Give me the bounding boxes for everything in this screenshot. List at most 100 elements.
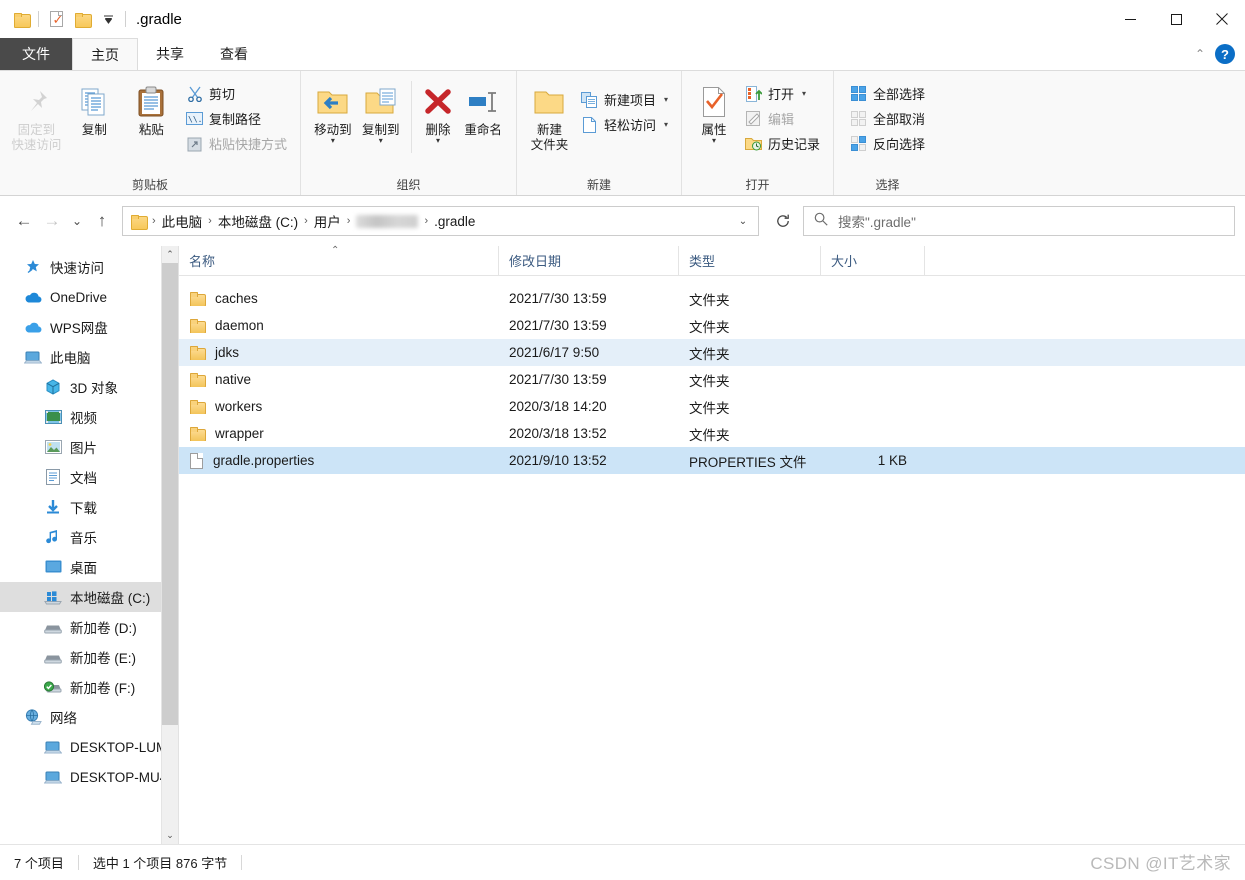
tab-file[interactable]: 文件 [0, 38, 72, 70]
sidebar-item-volume-e[interactable]: 新加卷 (E:) [0, 642, 178, 672]
pin-icon [21, 81, 51, 123]
minimize-button[interactable] [1107, 0, 1153, 38]
collapse-ribbon-icon[interactable]: ⌃ [1195, 47, 1205, 61]
rename-button[interactable]: 重命名 [458, 77, 508, 138]
qat-properties-icon[interactable]: ✓ [43, 6, 69, 32]
address-dropdown-icon[interactable]: ⌄ [732, 216, 754, 227]
pin-to-quick-access-button[interactable]: 固定到 快速访问 [8, 77, 65, 153]
easy-access-button[interactable]: 轻松访问 ▾ [576, 112, 673, 137]
address-bar[interactable]: › 此电脑 › 本地磁盘 (C:) › 用户 › › .gradle ⌄ [122, 206, 759, 236]
properties-caret-icon[interactable]: ▾ [712, 137, 716, 145]
cell-name: workers [179, 399, 499, 414]
scroll-track[interactable] [161, 263, 178, 827]
qat-customize-caret-icon[interactable] [95, 6, 121, 32]
scroll-down-icon[interactable]: ⌄ [162, 827, 179, 844]
copy-to-button[interactable]: 复制到 ▾ [357, 77, 405, 145]
navigation-scrollbar[interactable]: ⌃ ⌄ [161, 246, 178, 844]
tab-view[interactable]: 查看 [202, 38, 266, 70]
table-row[interactable]: caches 2021/7/30 13:59 文件夹 [179, 285, 1245, 312]
breadcrumb-gradle[interactable]: .gradle [430, 212, 479, 231]
paste-shortcut-button[interactable]: 粘贴快捷方式 [181, 131, 292, 156]
scroll-up-icon[interactable]: ⌃ [162, 246, 179, 263]
breadcrumb: › 此电脑 › 本地磁盘 (C:) › 用户 › › .gradle [150, 209, 732, 233]
refresh-button[interactable] [767, 206, 799, 236]
tab-share[interactable]: 共享 [138, 38, 202, 70]
sidebar-item-3d-objects[interactable]: 3D 对象 [0, 372, 178, 402]
table-row[interactable]: gradle.properties 2021/9/10 13:52 PROPER… [179, 447, 1245, 474]
move-to-caret-icon[interactable]: ▾ [331, 137, 335, 145]
sidebar-item-onedrive[interactable]: OneDrive [0, 282, 178, 312]
sidebar-label: 视频 [70, 411, 97, 426]
computer-icon [44, 739, 62, 756]
copy-path-button[interactable]: \\.. 复制路径 [181, 106, 292, 131]
close-button[interactable] [1199, 0, 1245, 38]
tab-home[interactable]: 主页 [72, 38, 138, 70]
maximize-button[interactable] [1153, 0, 1199, 38]
sidebar-item-local-disk-c[interactable]: 本地磁盘 (C:) [0, 582, 178, 612]
column-header-date[interactable]: 修改日期 [499, 246, 679, 275]
paste-button[interactable]: 粘贴 [124, 77, 179, 138]
select-all-button[interactable]: 全部选择 [845, 81, 930, 106]
cell-name: gradle.properties [179, 452, 499, 469]
table-row[interactable]: native 2021/7/30 13:59 文件夹 [179, 366, 1245, 393]
copy-button[interactable]: 复制 [67, 77, 122, 138]
copy-to-caret-icon[interactable]: ▾ [379, 137, 383, 145]
help-icon[interactable]: ? [1215, 44, 1235, 64]
new-folder-button[interactable]: 新建 文件夹 [525, 77, 574, 153]
column-header-name[interactable]: 名称 ⌃ [179, 245, 499, 275]
desktop-icon [44, 559, 62, 576]
up-button[interactable]: ↑ [88, 207, 116, 235]
open-caret-icon[interactable]: ▾ [802, 89, 806, 98]
sidebar-item-network[interactable]: 网络 [0, 702, 178, 732]
open-button[interactable]: 打开 ▾ [740, 81, 825, 106]
delete-caret-icon[interactable]: ▾ [436, 137, 440, 145]
rename-icon [466, 81, 500, 123]
breadcrumb-local-disk[interactable]: 本地磁盘 (C:) [214, 209, 302, 233]
recent-locations-button[interactable]: ⌄ [66, 207, 88, 235]
forward-button[interactable]: → [38, 207, 66, 235]
new-item-button[interactable]: 新建项目 ▾ [576, 87, 673, 112]
breadcrumb-username-redacted[interactable] [356, 214, 419, 228]
search-input[interactable]: 搜索".gradle" [838, 211, 916, 231]
back-button[interactable]: ← [10, 207, 38, 235]
new-item-caret-icon[interactable]: ▾ [664, 95, 668, 104]
breadcrumb-this-pc[interactable]: 此电脑 [158, 209, 207, 233]
sidebar-item-desktop-lum[interactable]: DESKTOP-LUM [0, 732, 178, 762]
sidebar-item-desktop-mu4[interactable]: DESKTOP-MU4 [0, 762, 178, 792]
table-row[interactable]: jdks 2021/6/17 9:50 文件夹 [179, 339, 1245, 366]
file-name: workers [215, 399, 263, 414]
sidebar-item-videos[interactable]: 视频 [0, 402, 178, 432]
history-button[interactable]: 历史记录 [740, 131, 825, 156]
sidebar-item-this-pc[interactable]: 此电脑 [0, 342, 178, 372]
cut-button[interactable]: 剪切 [181, 81, 292, 106]
sidebar-item-volume-d[interactable]: 新加卷 (D:) [0, 612, 178, 642]
sidebar-item-volume-f[interactable]: 新加卷 (F:) [0, 672, 178, 702]
easy-access-caret-icon[interactable]: ▾ [664, 120, 668, 129]
delete-button[interactable]: 删除 ▾ [418, 77, 459, 145]
table-row[interactable]: workers 2020/3/18 14:20 文件夹 [179, 393, 1245, 420]
qat-new-folder-icon[interactable] [69, 6, 95, 32]
sidebar-item-wps-cloud[interactable]: WPS网盘 [0, 312, 178, 342]
move-to-button[interactable]: 移动到 ▾ [309, 77, 357, 145]
scroll-thumb[interactable] [161, 263, 178, 726]
rename-label: 重命名 [464, 123, 502, 137]
sidebar-item-pictures[interactable]: 图片 [0, 432, 178, 462]
column-header-type[interactable]: 类型 [679, 246, 821, 275]
system-menu-folder-icon[interactable] [8, 6, 34, 32]
sidebar-item-quick-access[interactable]: 快速访问 [0, 252, 178, 282]
sort-ascending-icon: ⌃ [331, 245, 340, 256]
select-none-button[interactable]: 全部取消 [845, 106, 930, 131]
breadcrumb-users[interactable]: 用户 [310, 209, 345, 233]
edit-button[interactable]: 编辑 [740, 106, 825, 131]
sidebar-item-documents[interactable]: 文档 [0, 462, 178, 492]
table-row[interactable]: daemon 2021/7/30 13:59 文件夹 [179, 312, 1245, 339]
invert-selection-button[interactable]: 反向选择 [845, 131, 930, 156]
search-box[interactable]: 搜索".gradle" [803, 206, 1235, 236]
column-header-size[interactable]: 大小 [821, 246, 925, 275]
sidebar-item-music[interactable]: 音乐 [0, 522, 178, 552]
sidebar-item-downloads[interactable]: 下载 [0, 492, 178, 522]
properties-button[interactable]: 属性 ▾ [690, 77, 738, 145]
table-row[interactable]: wrapper 2020/3/18 13:52 文件夹 [179, 420, 1245, 447]
cell-date: 2020/3/18 13:52 [509, 426, 607, 441]
sidebar-item-desktop[interactable]: 桌面 [0, 552, 178, 582]
